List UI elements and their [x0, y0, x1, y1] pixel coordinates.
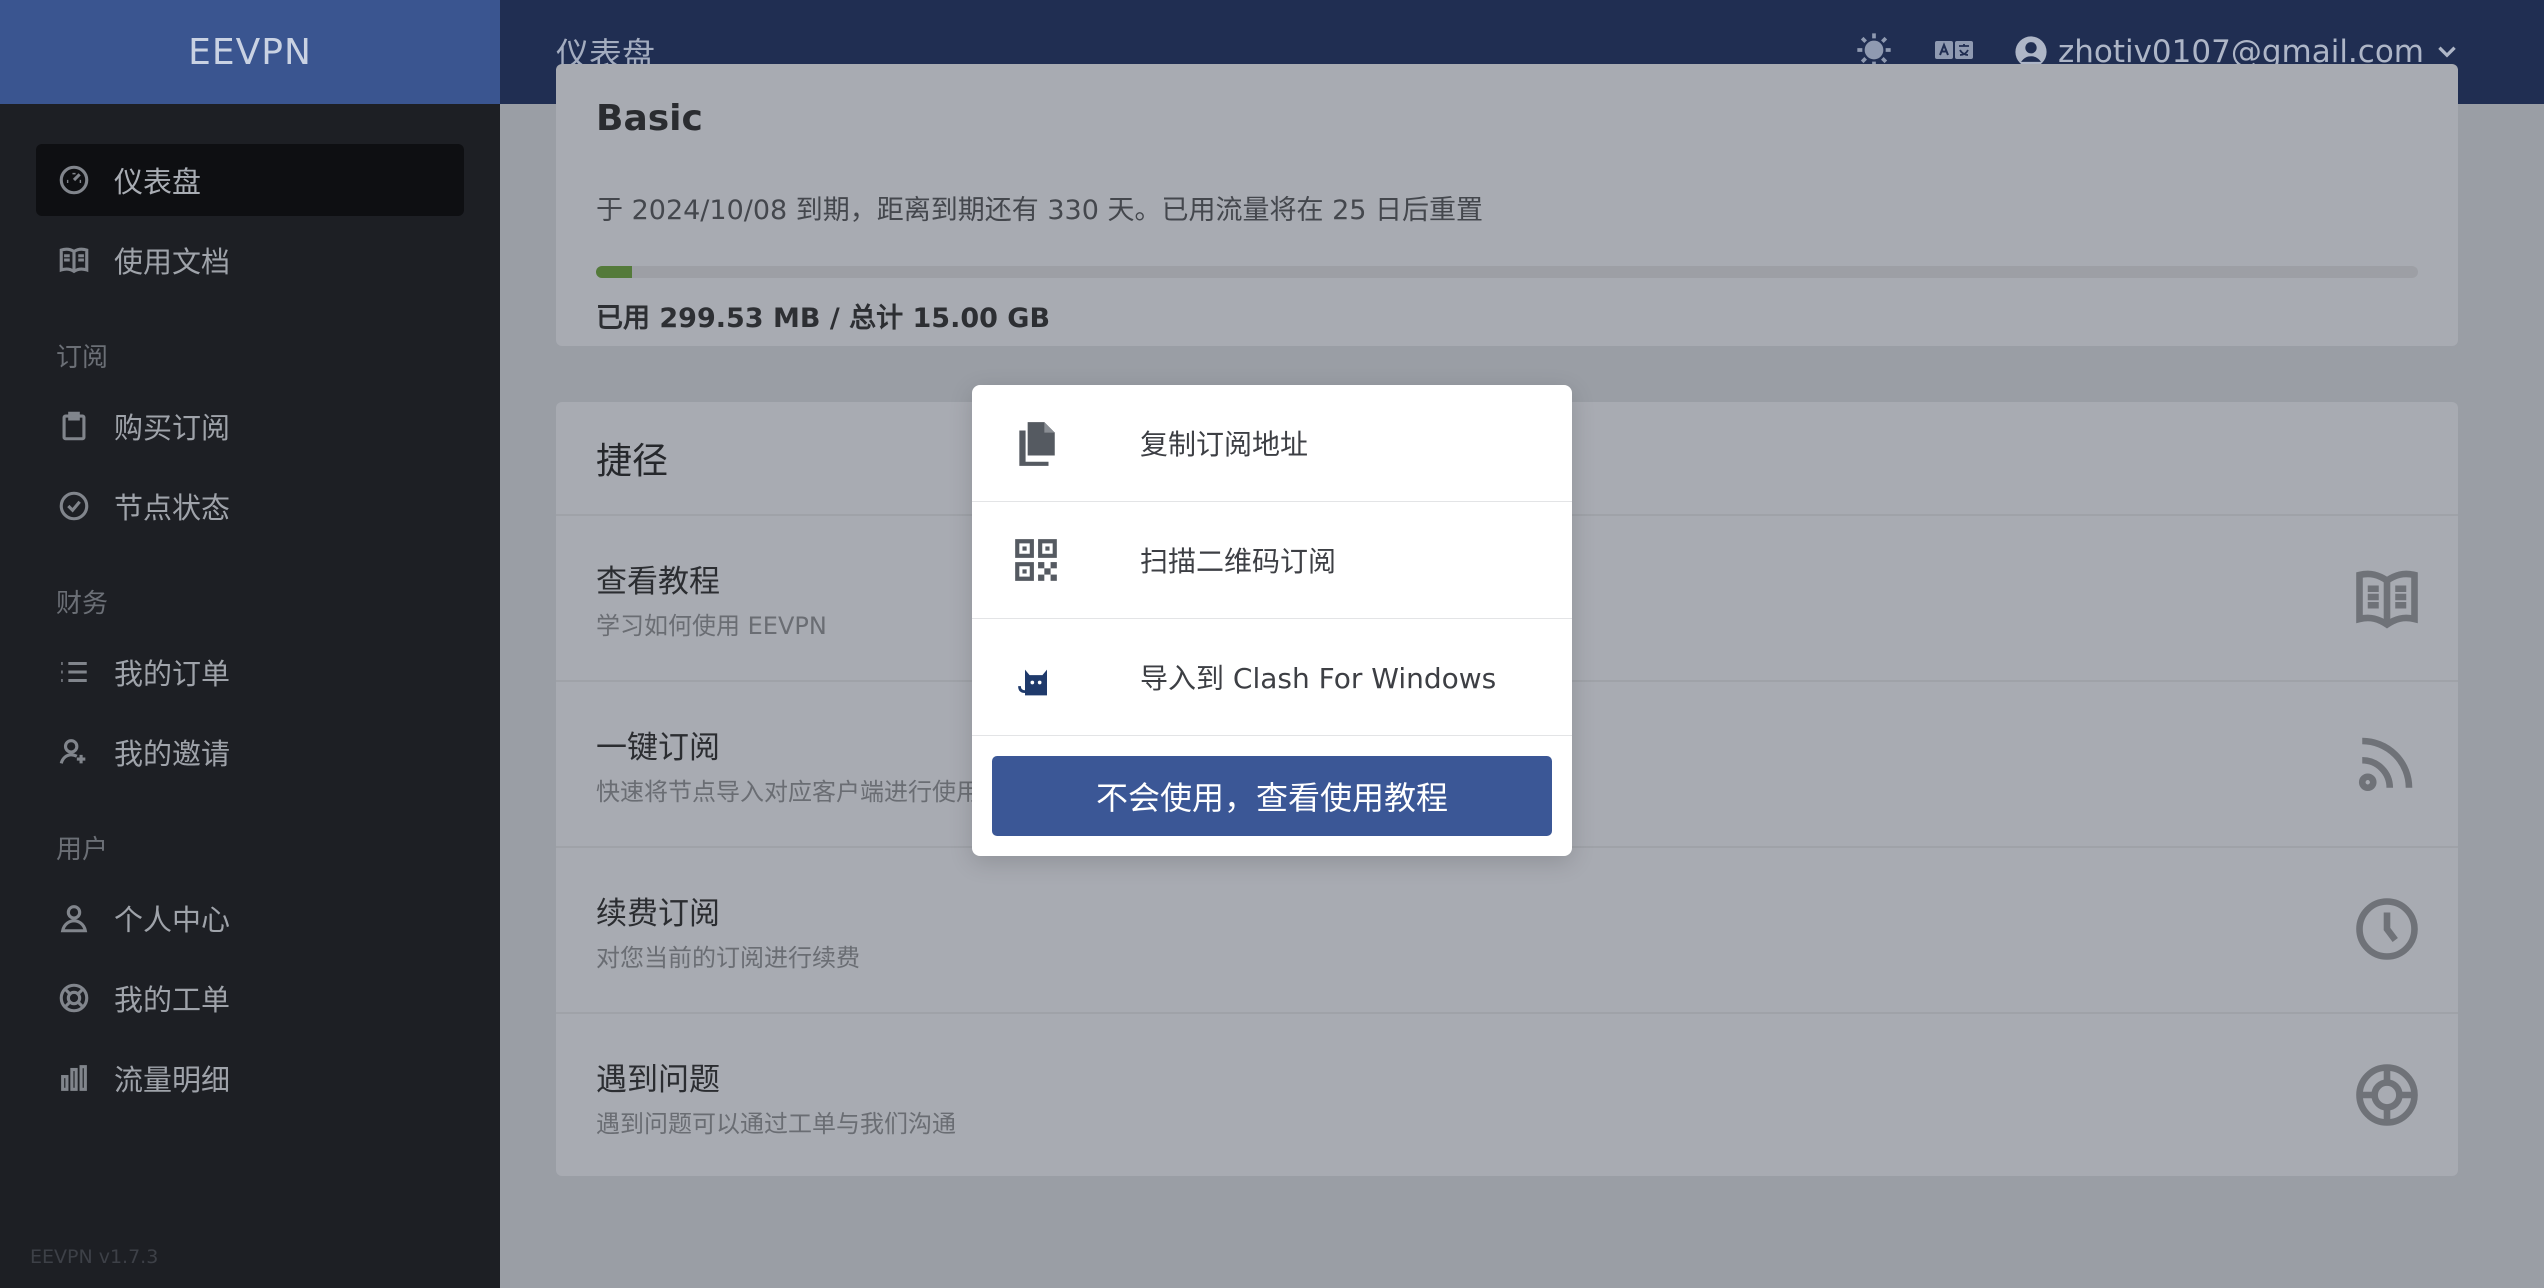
copy-icon: [1010, 417, 1062, 469]
modal-copy-subscription-url[interactable]: 复制订阅地址: [972, 385, 1572, 502]
shortcut-desc: 快速将节点导入对应客户端进行使用: [596, 778, 980, 806]
sidebar-item-tickets[interactable]: 我的工单: [36, 962, 464, 1034]
modal-item-label: 复制订阅地址: [1140, 428, 1309, 461]
shortcut-title: 续费订阅: [596, 896, 720, 932]
brand-logo[interactable]: EEVPN: [0, 0, 500, 104]
sidebar-item-node-status[interactable]: 节点状态: [36, 470, 464, 542]
list-icon: [56, 654, 92, 690]
traffic-usage-text: 已用 299.53 MB / 总计 15.00 GB: [596, 303, 1051, 334]
book-open-icon: [2354, 564, 2420, 630]
clash-cat-icon: [1010, 651, 1062, 703]
sidebar-item-label: 流量明细: [114, 1063, 231, 1097]
shortcut-desc: 对您当前的订阅进行续费: [596, 944, 860, 972]
sidebar-item-profile[interactable]: 个人中心: [36, 882, 464, 954]
shortcut-title: 遇到问题: [596, 1062, 720, 1098]
sidebar-item-label: 节点状态: [114, 491, 231, 525]
sidebar: EEVPN 仪表盘 使用文档 订阅 购买订阅 节点状态 财务 我的订单 我的邀请…: [0, 0, 500, 1288]
shortcut-title: 一键订阅: [596, 730, 720, 766]
clipboard-icon: [56, 408, 92, 444]
modal-scan-qrcode[interactable]: 扫描二维码订阅: [972, 502, 1572, 619]
qrcode-icon: [1010, 534, 1062, 586]
shortcut-title: 查看教程: [596, 564, 720, 600]
sidebar-item-my-orders[interactable]: 我的订单: [36, 636, 464, 708]
sidebar-item-label: 个人中心: [114, 903, 231, 937]
app-version: EEVPN v1.7.3: [30, 1246, 159, 1268]
dashboard-icon: [56, 162, 92, 198]
lifebuoy-icon: [56, 980, 92, 1016]
clock-icon: [2354, 896, 2420, 962]
sidebar-item-dashboard[interactable]: 仪表盘: [36, 144, 464, 216]
sidebar-item-my-invites[interactable]: 我的邀请: [36, 716, 464, 788]
chevron-down-icon: [2438, 46, 2456, 58]
sidebar-item-label: 我的邀请: [114, 737, 231, 771]
book-icon: [56, 242, 92, 278]
modal-item-label: 导入到 Clash For Windows: [1140, 662, 1497, 695]
shortcut-renew-subscription[interactable]: 续费订阅 对您当前的订阅进行续费: [556, 848, 2458, 1014]
sidebar-item-label: 购买订阅: [114, 411, 231, 445]
nav-group-title: 财务: [56, 589, 109, 619]
shortcut-desc: 学习如何使用 EEVPN: [596, 612, 827, 640]
plan-expiry-info: 于 2024/10/08 到期，距离到期还有 330 天。已用流量将在 25 日…: [596, 195, 1484, 226]
modal-import-clash[interactable]: 导入到 Clash For Windows: [972, 619, 1572, 736]
modal-item-label: 扫描二维码订阅: [1140, 545, 1337, 578]
sidebar-item-docs[interactable]: 使用文档: [36, 224, 464, 296]
sidebar-item-label: 我的工单: [114, 983, 231, 1017]
rss-icon: [2354, 730, 2420, 796]
shortcut-get-help[interactable]: 遇到问题 遇到问题可以通过工单与我们沟通: [556, 1014, 2458, 1180]
sidebar-item-label: 我的订单: [114, 657, 231, 691]
sidebar-nav: 仪表盘 使用文档 订阅 购买订阅 节点状态 财务 我的订单 我的邀请 用户 个人…: [0, 104, 500, 1114]
view-tutorial-button[interactable]: 不会使用，查看使用教程: [992, 756, 1552, 836]
sidebar-item-buy-subscription[interactable]: 购买订阅: [36, 390, 464, 462]
plan-name: Basic: [596, 98, 703, 139]
user-icon: [56, 900, 92, 936]
nav-group-title: 用户: [56, 835, 109, 865]
nav-group-title: 订阅: [56, 343, 109, 373]
check-circle-icon: [56, 488, 92, 524]
lifebuoy-icon: [2354, 1062, 2420, 1128]
traffic-progress-fill: [596, 266, 632, 278]
shortcut-desc: 遇到问题可以通过工单与我们沟通: [596, 1110, 956, 1138]
bar-chart-icon: [56, 1060, 92, 1096]
subscribe-modal: 复制订阅地址 扫描二维码订阅 导入到 Clash For Windows 不会使…: [972, 385, 1572, 856]
user-plus-icon: [56, 734, 92, 770]
sidebar-item-label: 仪表盘: [114, 165, 202, 199]
traffic-progress-bar: [596, 266, 2418, 278]
subscription-card: Basic 于 2024/10/08 到期，距离到期还有 330 天。已用流量将…: [556, 64, 2458, 346]
sidebar-item-traffic-details[interactable]: 流量明细: [36, 1042, 464, 1114]
sidebar-item-label: 使用文档: [114, 245, 231, 279]
